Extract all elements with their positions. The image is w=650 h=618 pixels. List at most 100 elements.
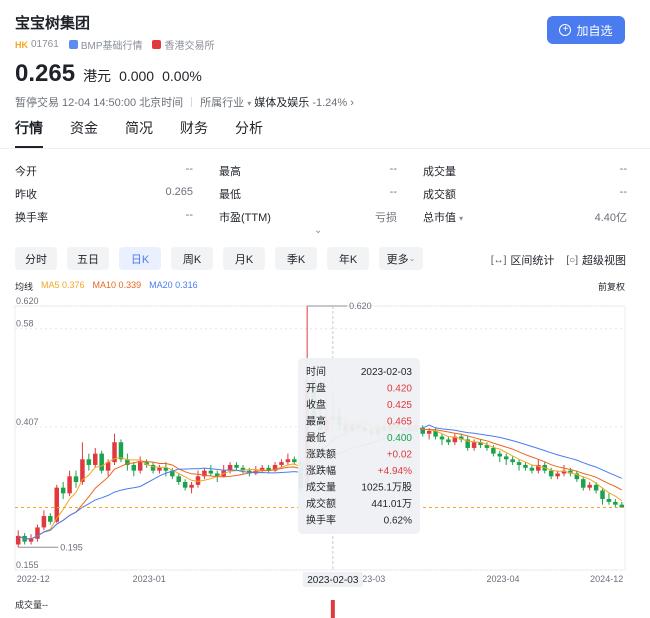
max-price-label: 0.620 <box>349 301 372 311</box>
candle-body <box>471 442 477 448</box>
stat-volume: 成交量 -- <box>423 162 627 178</box>
tooltip-value: 0.425 <box>387 400 412 411</box>
status-row: 暂停交易 12-04 14:50:00 北京时间 所属行业 ▾ 媒体及娱乐 -1… <box>15 94 635 110</box>
tab-capital[interactable]: 资金 <box>70 118 98 148</box>
period-5day[interactable]: 五日 <box>67 247 109 270</box>
tooltip-value: +0.02 <box>387 450 413 461</box>
candle-body <box>600 490 605 500</box>
last-price: 0.265 <box>15 60 76 87</box>
period-intraday[interactable]: 分时 <box>15 247 57 270</box>
y-tick-label: 0.407 <box>16 417 39 427</box>
exchange-badge: 香港交易所 <box>152 37 214 52</box>
tooltip-label: 涨跌额 <box>306 448 336 461</box>
candle-body <box>15 535 21 545</box>
x-tick-label: 2024-12 <box>590 574 623 584</box>
min-price-label: 0.195 <box>60 542 83 552</box>
bmp-quote-badge[interactable]: BMP基础行情 <box>68 37 142 52</box>
stat-low: 最低 -- <box>219 185 397 201</box>
candle-body <box>523 464 528 468</box>
candle-body <box>48 516 53 522</box>
tab-finance[interactable]: 财务 <box>180 118 208 148</box>
stock-meta: HK 01761 BMP基础行情 香港交易所 <box>15 37 635 52</box>
interval-icon: [↔] <box>490 254 507 266</box>
candle-body <box>93 453 98 465</box>
tooltip-label: 换手率 <box>306 514 336 527</box>
candle-body <box>581 479 586 488</box>
super-view-button[interactable]: [○] 超级视图 <box>566 252 626 268</box>
period-daily[interactable]: 日K <box>119 247 161 270</box>
period-more-dropdown[interactable]: 更多 ⌄ <box>379 247 423 270</box>
bmp-icon <box>68 40 78 49</box>
stat-prev-close: 昨收 0.265 <box>15 185 193 201</box>
tab-quote[interactable]: 行情 <box>15 118 43 148</box>
candle-body <box>195 476 201 485</box>
tooltip-label: 成交额 <box>306 497 336 510</box>
candle-body <box>292 459 297 463</box>
kline-chart[interactable]: 0.6200.580.4070.1552022-12 2023-01 2023-03… <box>0 292 650 618</box>
interval-stats-button[interactable]: [↔] 区间统计 <box>491 252 555 268</box>
chevron-right-icon: › <box>350 97 354 109</box>
tooltip-label: 成交量 <box>306 481 336 494</box>
tooltip-value: 0.400 <box>387 433 412 444</box>
candle-body <box>279 462 284 465</box>
candle-body <box>503 456 509 460</box>
tab-profile[interactable]: 简况 <box>125 118 153 148</box>
candle-body <box>529 467 535 471</box>
candle-body <box>446 439 451 443</box>
candle-body <box>548 470 554 477</box>
candle-body <box>118 442 124 460</box>
period-selector: 分时 五日 日K 周K 月K 季K 年K 更多 ⌄ <box>15 247 423 270</box>
chart-tools: [↔] 区间统计 [○] 超级视图 <box>491 252 626 268</box>
industry-link[interactable]: 所属行业 ▾ 媒体及娱乐 -1.24% › <box>200 94 354 110</box>
hk-market-icon: HK <box>15 39 28 50</box>
quote-stats: 今开 -- 最高 -- 成交量 -- 昨收 0.265 最低 -- 成交额 -- 换手率 --… <box>15 159 627 228</box>
period-yearly[interactable]: 年K <box>327 247 369 270</box>
x-tick-label: 2022-12 <box>17 574 50 584</box>
stat-pe-ttm: 市盈(TTM) 亏损 <box>219 211 397 224</box>
tooltip-label: 时间 <box>306 365 326 378</box>
candle-body <box>491 447 496 454</box>
candle-body <box>516 462 522 465</box>
volume-bar <box>330 600 335 618</box>
candle-body <box>157 467 162 471</box>
period-monthly[interactable]: 月K <box>223 247 265 270</box>
currency-unit: 港元 <box>83 68 112 84</box>
stock-name: 宝宝树集团 <box>15 15 91 32</box>
expand-chevron-icon[interactable]: ⌄ <box>314 225 322 236</box>
candle-body <box>208 470 214 474</box>
industry-dot-icon: ▾ <box>247 99 252 108</box>
y-tick-label: 0.155 <box>16 560 39 570</box>
tooltip-value: 2023-02-03 <box>361 367 413 378</box>
tooltip-label: 最低 <box>306 431 326 444</box>
candle-body <box>73 476 79 482</box>
caret-down-icon: ▾ <box>459 213 464 223</box>
period-weekly[interactable]: 周K <box>171 247 213 270</box>
price-change: 0.000 <box>119 68 155 84</box>
tooltip-value: 441.01万 <box>371 499 412 510</box>
candle-body <box>176 476 181 482</box>
stock-code: HK 01761 <box>15 39 59 50</box>
tooltip-value: +4.94% <box>378 466 412 477</box>
candle-body <box>67 476 72 494</box>
y-tick-label: 0.620 <box>16 296 39 306</box>
volume-label: 成交量-- <box>15 600 48 610</box>
y-tick-label: 0.58 <box>16 319 34 329</box>
plus-circle-icon: + <box>559 24 572 36</box>
x-tick-label: 2023-04 <box>486 574 519 584</box>
candle-body <box>510 459 515 463</box>
tooltip-label: 涨跌幅 <box>306 464 336 477</box>
stat-market-cap[interactable]: 总市值 ▾ 4.40亿 <box>423 209 627 225</box>
chevron-down-icon: ⌄ <box>408 254 416 263</box>
stat-turnover-rate: 换手率 -- <box>15 208 193 224</box>
candle-body <box>86 459 92 465</box>
add-watchlist-button[interactable]: + 加自选 <box>547 16 625 44</box>
hkex-logo-icon <box>152 40 162 49</box>
x-tick-label: 2023-01 <box>133 574 166 584</box>
stat-turnover: 成交额 -- <box>423 185 627 201</box>
candle-body <box>587 484 592 488</box>
tab-analysis[interactable]: 分析 <box>235 118 263 148</box>
stat-open: 今开 -- <box>15 162 193 178</box>
price-row: 0.265 港元 0.000 0.00% <box>15 60 635 88</box>
period-quarterly[interactable]: 季K <box>275 247 317 270</box>
stat-high: 最高 -- <box>219 162 397 178</box>
